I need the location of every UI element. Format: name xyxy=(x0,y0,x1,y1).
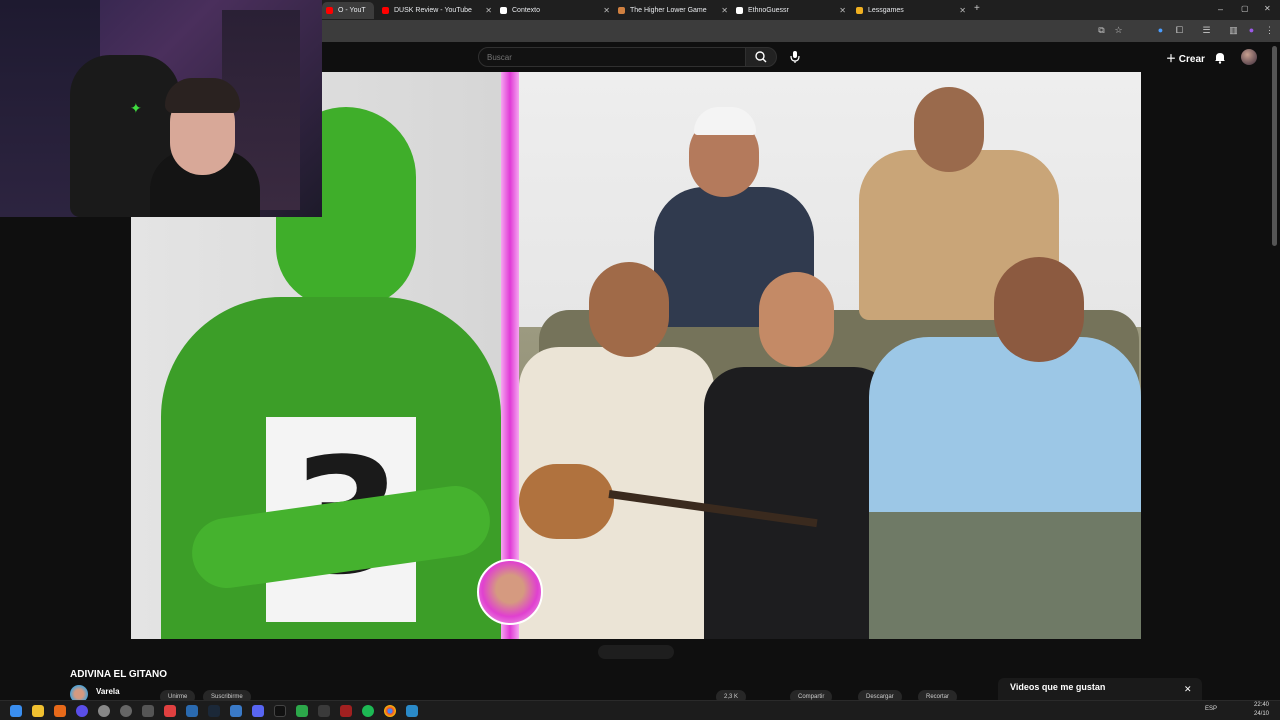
app-edge-icon[interactable] xyxy=(230,705,242,717)
search-button[interactable] xyxy=(745,47,777,67)
ethnoguessr-favicon-icon xyxy=(736,7,743,14)
extension-icon[interactable]: ● xyxy=(1155,25,1166,36)
tab-dusk-review[interactable]: DUSK Review - YouTube ✕ xyxy=(378,2,496,19)
install-app-icon[interactable]: ⧉ xyxy=(1096,25,1107,36)
steam-icon[interactable] xyxy=(208,705,220,717)
lessgames-favicon-icon xyxy=(856,7,863,14)
tab-higher-lower[interactable]: The Higher Lower Game ✕ xyxy=(614,2,732,19)
cap xyxy=(694,107,756,135)
tab-label: Lessgames xyxy=(868,7,904,14)
video-title: ADIVINA EL GITANO xyxy=(70,669,168,680)
tab-label: The Higher Lower Game xyxy=(630,7,707,14)
search-app-icon[interactable] xyxy=(54,705,66,717)
person-front-middle xyxy=(704,367,894,639)
app-green-icon[interactable] xyxy=(296,705,308,717)
close-panel-icon[interactable]: ✕ xyxy=(1184,684,1192,695)
close-tab-icon[interactable]: ✕ xyxy=(839,2,846,19)
app-dark-icon[interactable] xyxy=(142,705,154,717)
bookmark-star-icon[interactable]: ☆ xyxy=(1113,25,1124,36)
youtube-favicon-icon xyxy=(326,7,333,14)
notifications-bell-icon[interactable] xyxy=(1214,51,1226,64)
tab-contexto[interactable]: Contexto ✕ xyxy=(496,2,614,19)
tiktok-icon[interactable] xyxy=(274,705,286,717)
higher-lower-favicon-icon xyxy=(618,7,625,14)
file-explorer-icon[interactable] xyxy=(32,705,44,717)
person-front-right-pants xyxy=(869,512,1141,639)
extensions-puzzle-icon[interactable]: ⧠ xyxy=(1174,25,1185,36)
contexto-favicon-icon xyxy=(500,7,507,14)
side-panel-icon[interactable]: ▥ xyxy=(1228,25,1239,36)
person-front-left-face xyxy=(589,262,669,357)
streamer-hair xyxy=(165,78,240,113)
close-tab-icon[interactable]: ✕ xyxy=(603,2,610,19)
person-front-right-face xyxy=(994,257,1084,362)
reading-list-icon[interactable]: ☰ xyxy=(1201,25,1212,36)
youtube-favicon-icon xyxy=(382,7,389,14)
profile-avatar-icon[interactable]: ● xyxy=(1246,25,1257,36)
app-v-icon[interactable] xyxy=(76,705,88,717)
liked-videos-panel: Videos que me gustan ✕ xyxy=(998,678,1202,700)
maximize-button[interactable]: ▢ xyxy=(1241,4,1249,13)
close-tab-icon[interactable]: ✕ xyxy=(721,2,728,19)
person-front-middle-face xyxy=(759,272,834,367)
spotify-icon[interactable] xyxy=(362,705,374,717)
windows-taskbar: ESP 22:40 24/10 xyxy=(0,700,1280,720)
language-indicator[interactable]: ESP xyxy=(1205,706,1217,712)
person-back-right-face xyxy=(914,87,984,172)
app-red-icon[interactable] xyxy=(164,705,176,717)
close-window-button[interactable]: ✕ xyxy=(1264,4,1271,13)
clock-time[interactable]: 22:40 xyxy=(1254,702,1269,708)
page-scrollbar[interactable] xyxy=(1272,46,1277,246)
video-right-scene xyxy=(519,72,1141,639)
browser-menu-icon[interactable]: ⋮ xyxy=(1264,25,1275,36)
app-gray-icon[interactable] xyxy=(120,705,132,717)
tab-ethnoguessr[interactable]: EthnoGuessr ✕ xyxy=(732,2,850,19)
tab-lessgames[interactable]: Lessgames ✕ xyxy=(852,2,970,19)
app-notes-icon[interactable] xyxy=(406,705,418,717)
pink-divider xyxy=(501,72,519,639)
app-maroon-icon[interactable] xyxy=(340,705,352,717)
app-circle-icon[interactable] xyxy=(98,705,110,717)
tab-label: EthnoGuessr xyxy=(748,7,789,14)
chapter-pill[interactable] xyxy=(598,645,674,659)
search-input[interactable] xyxy=(478,47,746,67)
app-blue-icon[interactable] xyxy=(186,705,198,717)
guitar-body xyxy=(519,464,614,539)
close-tab-icon[interactable]: ✕ xyxy=(959,2,966,19)
video-metadata-area: ADIVINA EL GITANO Varela Unirme Suscribi… xyxy=(0,640,1280,704)
tab-label: DUSK Review - YouTube xyxy=(394,7,472,14)
account-avatar[interactable] xyxy=(1241,49,1257,65)
plus-icon: ＋ xyxy=(1166,54,1176,65)
create-button[interactable]: ＋ Crear xyxy=(1166,50,1205,65)
clock-date[interactable]: 24/10 xyxy=(1254,711,1269,717)
create-label: Crear xyxy=(1178,54,1205,65)
chrome-icon[interactable] xyxy=(384,705,396,717)
creator-avatar-overlay xyxy=(477,559,543,625)
channel-name[interactable]: Varela xyxy=(96,687,120,696)
microphone-icon[interactable] xyxy=(789,50,801,64)
tab-label: O - YouT xyxy=(338,7,366,14)
search-icon xyxy=(755,51,767,63)
person-front-right xyxy=(869,337,1141,537)
close-tab-icon[interactable]: ✕ xyxy=(485,2,492,19)
discord-icon[interactable] xyxy=(252,705,264,717)
liked-videos-title: Videos que me gustan xyxy=(1010,682,1106,692)
minimize-button[interactable]: – xyxy=(1218,4,1223,14)
streamer-webcam: ✦ xyxy=(0,0,322,217)
app-c-icon[interactable] xyxy=(318,705,330,717)
windows-start-icon[interactable] xyxy=(10,705,22,717)
new-tab-button[interactable]: + xyxy=(974,3,980,14)
razer-logo-icon: ✦ xyxy=(130,100,142,116)
tab-youtube-current[interactable]: O - YouT xyxy=(322,2,374,19)
tab-label: Contexto xyxy=(512,7,541,14)
